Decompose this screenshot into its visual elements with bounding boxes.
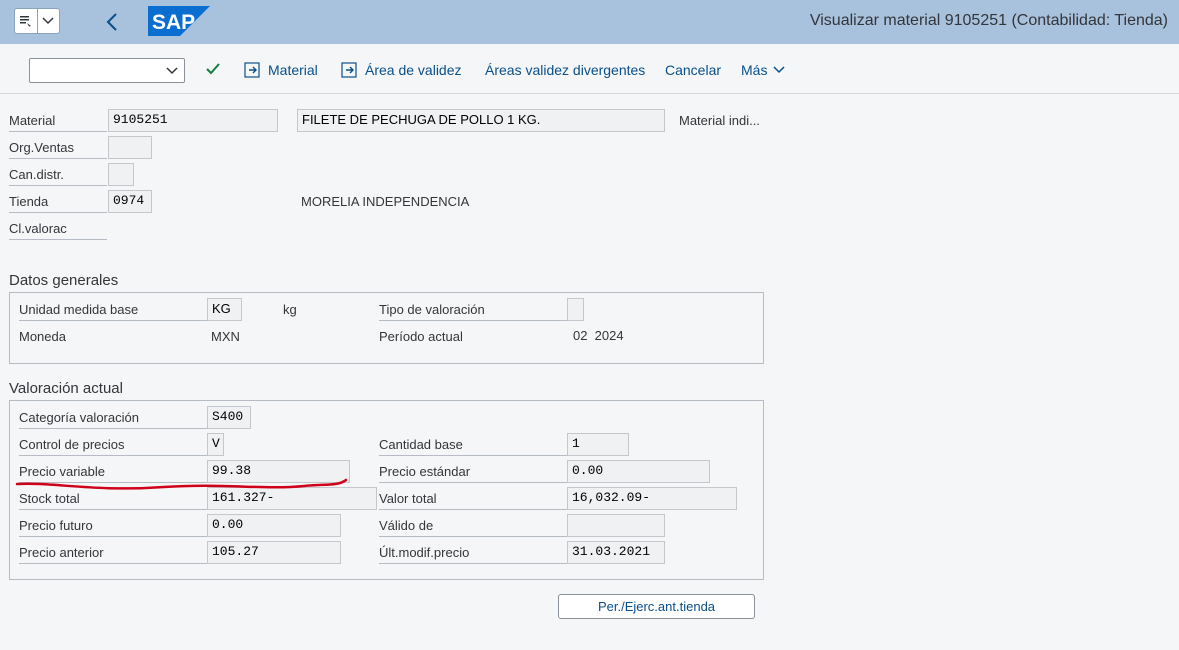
- area-validez-label: Área de validez: [365, 62, 462, 78]
- material-indi-label: Material indi...: [679, 113, 760, 128]
- cancelar-button[interactable]: Cancelar: [665, 62, 721, 78]
- material-description-field[interactable]: FILETE DE PECHUGA DE POLLO 1 KG.: [297, 109, 665, 132]
- periodo-actual-value: 02 2024: [573, 328, 624, 343]
- per-ejerc-ant-tienda-button[interactable]: Per./Ejerc.ant.tienda: [558, 594, 755, 619]
- unidad-medida-text: kg: [283, 302, 297, 317]
- cl-valorac-label: Cl.valorac: [9, 221, 107, 240]
- control-precios-field[interactable]: V: [207, 433, 224, 456]
- chevron-down-icon[interactable]: [38, 9, 60, 33]
- tienda-description: MORELIA INDEPENDENCIA: [301, 194, 470, 209]
- precio-futuro-label: Precio futuro: [19, 518, 207, 537]
- valido-de-field[interactable]: [567, 514, 665, 537]
- moneda-label: Moneda: [19, 329, 66, 344]
- precio-anterior-label: Precio anterior: [19, 545, 207, 564]
- precio-estandar-field[interactable]: 0.00: [567, 460, 710, 483]
- categoria-valoracion-field[interactable]: S400: [207, 406, 251, 429]
- area-validez-button[interactable]: Área de validez: [341, 62, 462, 78]
- periodo-actual-label: Período actual: [379, 329, 463, 344]
- menu-button[interactable]: [14, 8, 60, 34]
- back-button[interactable]: [102, 10, 122, 34]
- navigate-icon: [341, 62, 357, 78]
- tienda-field[interactable]: 0974: [108, 190, 152, 213]
- moneda-value: MXN: [211, 329, 240, 344]
- command-field[interactable]: [29, 58, 185, 83]
- precio-estandar-label: Precio estándar: [379, 464, 567, 483]
- material-button-label: Material: [268, 62, 318, 78]
- valoracion-actual-title: Valoración actual: [9, 380, 123, 397]
- can-distr-label: Can.distr.: [9, 167, 107, 186]
- valor-total-label: Valor total: [379, 491, 567, 510]
- material-field[interactable]: 9105251: [108, 109, 278, 132]
- red-underline-annotation: [15, 478, 348, 490]
- chevron-down-icon[interactable]: [166, 63, 178, 77]
- tipo-valoracion-label: Tipo de valoración: [379, 302, 567, 321]
- areas-divergentes-button[interactable]: Áreas validez divergentes: [485, 62, 645, 78]
- window-title: Visualizar material 9105251 (Contabilida…: [809, 12, 1168, 29]
- ult-modif-precio-label: Últ.modif.precio: [379, 545, 567, 564]
- precio-futuro-field[interactable]: 0.00: [207, 514, 341, 537]
- valor-total-field[interactable]: 16,032.09-: [567, 487, 737, 510]
- material-button[interactable]: Material: [244, 62, 318, 78]
- ult-modif-precio-field[interactable]: 31.03.2021: [567, 541, 665, 564]
- tienda-label: Tienda: [9, 194, 107, 213]
- categoria-valoracion-label: Categoría valoración: [19, 410, 207, 429]
- datos-generales-title: Datos generales: [9, 272, 119, 289]
- material-label: Material: [9, 113, 107, 132]
- mas-button[interactable]: Más: [741, 62, 785, 78]
- chevron-down-icon: [773, 66, 785, 74]
- check-icon[interactable]: [205, 61, 221, 82]
- org-ventas-field[interactable]: [108, 136, 152, 159]
- mas-label: Más: [741, 62, 768, 78]
- org-ventas-label: Org.Ventas: [9, 140, 107, 159]
- sap-logo: SAP: [148, 6, 210, 36]
- control-precios-label: Control de precios: [19, 437, 207, 456]
- areas-divergentes-label: Áreas validez divergentes: [485, 62, 646, 78]
- chevron-left-icon: [106, 13, 117, 31]
- menu-icon[interactable]: [15, 9, 38, 33]
- navigate-icon: [244, 62, 260, 78]
- unidad-medida-field[interactable]: KG: [207, 298, 242, 321]
- cantidad-base-label: Cantidad base: [379, 437, 567, 456]
- svg-text:SAP: SAP: [152, 11, 195, 34]
- tipo-valoracion-field[interactable]: [567, 298, 584, 321]
- cancelar-label: Cancelar: [665, 62, 722, 78]
- precio-anterior-field[interactable]: 105.27: [207, 541, 341, 564]
- can-distr-field[interactable]: [108, 163, 134, 186]
- cantidad-base-field[interactable]: 1: [567, 433, 629, 456]
- unidad-medida-label: Unidad medida base: [19, 302, 207, 321]
- valido-de-label: Válido de: [379, 518, 567, 537]
